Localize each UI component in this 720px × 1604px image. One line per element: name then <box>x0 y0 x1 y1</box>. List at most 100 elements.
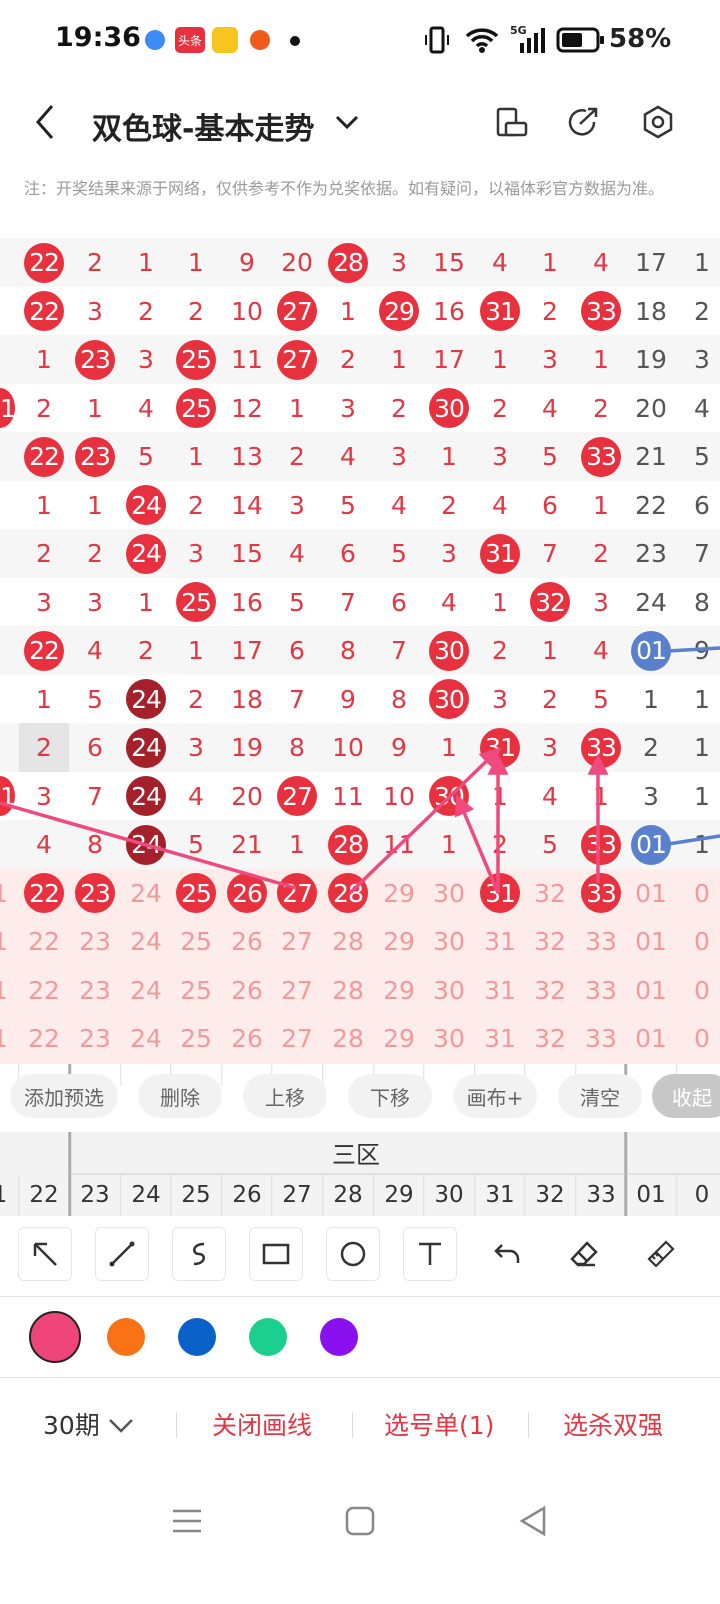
number-cell[interactable]: 25 <box>171 966 222 1016</box>
number-cell[interactable]: 4 <box>475 481 526 531</box>
number-cell[interactable]: 2 <box>475 384 526 434</box>
number-cell[interactable]: 6 <box>677 481 720 531</box>
number-cell[interactable]: 9 <box>222 238 273 288</box>
number-cell[interactable]: 19 <box>626 335 677 385</box>
number-cell[interactable]: 10 <box>374 772 425 822</box>
number-cell[interactable]: 31 <box>475 529 526 579</box>
number-cell[interactable]: 2 <box>19 384 70 434</box>
kill-button[interactable]: 选杀双强 <box>563 1406 663 1442</box>
number-cell[interactable]: 1 <box>424 723 475 773</box>
number-cell[interactable]: 29 <box>374 1014 425 1064</box>
number-cell[interactable]: 23 <box>626 529 677 579</box>
number-cell[interactable]: 1 <box>475 578 526 628</box>
number-cell[interactable]: 1 <box>424 820 475 870</box>
number-cell[interactable]: 5 <box>374 529 425 579</box>
number-cell[interactable]: 32 <box>525 917 576 967</box>
number-cell[interactable]: 2 <box>525 287 576 337</box>
number-cell[interactable]: 27 <box>272 869 323 919</box>
number-cell[interactable]: 26 <box>222 917 273 967</box>
number-cell[interactable]: 3 <box>70 287 121 337</box>
number-cell[interactable]: 30 <box>424 869 475 919</box>
number-cell[interactable]: 17 <box>626 238 677 288</box>
number-cell[interactable]: 28 <box>323 820 374 870</box>
number-cell[interactable]: 28 <box>323 238 374 288</box>
number-cell[interactable]: 2 <box>323 335 374 385</box>
number-cell[interactable]: 27 <box>272 335 323 385</box>
number-cell[interactable]: 11 <box>323 772 374 822</box>
number-cell[interactable]: 4 <box>525 772 576 822</box>
number-cell[interactable]: 6 <box>323 529 374 579</box>
number-cell[interactable]: 3 <box>677 335 720 385</box>
number-cell[interactable]: 14 <box>222 481 273 531</box>
text-tool[interactable] <box>403 1227 457 1281</box>
number-cell[interactable]: 24 <box>121 529 172 579</box>
number-cell[interactable]: 4 <box>525 384 576 434</box>
number-cell[interactable]: 3 <box>525 723 576 773</box>
number-cell[interactable]: 01 <box>626 1014 677 1064</box>
collapse-button[interactable]: 收起 <box>652 1074 720 1118</box>
number-cell[interactable]: 01 <box>626 626 677 676</box>
number-cell[interactable]: 21 <box>626 432 677 482</box>
number-cell[interactable]: 22 <box>19 1014 70 1064</box>
color-swatch-green[interactable] <box>249 1318 287 1356</box>
number-cell[interactable]: 28 <box>323 1014 374 1064</box>
number-cell[interactable]: 2 <box>171 287 222 337</box>
number-cell[interactable]: 30 <box>424 966 475 1016</box>
number-cell[interactable]: 22 <box>19 869 70 919</box>
number-cell[interactable]: 4 <box>121 384 172 434</box>
number-cell[interactable]: 1 <box>171 432 222 482</box>
number-cell[interactable]: 0 <box>677 1014 720 1064</box>
number-cell[interactable]: 5 <box>121 432 172 482</box>
number-cell[interactable]: 1 <box>70 384 121 434</box>
number-cell[interactable]: 5 <box>525 432 576 482</box>
number-cell[interactable]: 4 <box>171 772 222 822</box>
number-cell[interactable]: 27 <box>272 772 323 822</box>
number-cell[interactable]: 1 <box>19 481 70 531</box>
number-cell[interactable]: 5 <box>677 432 720 482</box>
number-cell[interactable]: 2 <box>171 481 222 531</box>
number-cell[interactable]: 3 <box>475 432 526 482</box>
number-cell[interactable]: 7 <box>272 675 323 725</box>
color-swatch-pink[interactable] <box>29 1311 81 1363</box>
number-cell[interactable]: 1 <box>19 675 70 725</box>
number-cell[interactable]: 1 <box>323 287 374 337</box>
number-cell[interactable]: 0 <box>677 869 720 919</box>
number-cell[interactable]: 16 <box>222 578 273 628</box>
number-cell[interactable]: 27 <box>272 966 323 1016</box>
number-cell[interactable]: 9 <box>323 675 374 725</box>
number-cell[interactable]: 6 <box>525 481 576 531</box>
number-cell[interactable]: 4 <box>272 529 323 579</box>
number-cell[interactable]: 1 <box>677 772 720 822</box>
number-cell[interactable]: 1 <box>19 335 70 385</box>
chevron-down-icon[interactable] <box>332 107 362 137</box>
number-cell[interactable]: 24 <box>121 772 172 822</box>
move-down-button[interactable]: 下移 <box>348 1074 432 1118</box>
number-cell[interactable]: 4 <box>19 820 70 870</box>
number-cell[interactable]: 2 <box>70 238 121 288</box>
back-nav-icon[interactable] <box>516 1504 550 1538</box>
number-cell[interactable]: 9 <box>374 723 425 773</box>
number-cell[interactable]: 3 <box>374 238 425 288</box>
number-cell[interactable]: 28 <box>323 869 374 919</box>
number-cell[interactable]: 16 <box>424 287 475 337</box>
clear-button[interactable]: 清空 <box>558 1074 642 1118</box>
number-cell[interactable]: 24 <box>121 1014 172 1064</box>
number-cell[interactable]: 1 <box>272 820 323 870</box>
number-cell[interactable]: 18 <box>626 287 677 337</box>
number-cell[interactable]: 1 <box>525 238 576 288</box>
number-cell[interactable]: 11 <box>374 820 425 870</box>
number-cell[interactable]: 20 <box>222 772 273 822</box>
number-cell[interactable]: 25 <box>171 578 222 628</box>
number-cell[interactable]: 3 <box>374 432 425 482</box>
number-cell[interactable]: 17 <box>222 626 273 676</box>
number-cell[interactable]: 27 <box>272 1014 323 1064</box>
number-cell[interactable]: 5 <box>323 481 374 531</box>
number-cell[interactable]: 29 <box>374 966 425 1016</box>
number-cell[interactable]: 0 <box>677 966 720 1016</box>
number-cell[interactable]: 3 <box>19 772 70 822</box>
menu-icon[interactable] <box>170 1504 204 1538</box>
number-cell[interactable]: 2 <box>576 529 627 579</box>
number-cell[interactable]: 2 <box>576 384 627 434</box>
number-cell[interactable]: 1 <box>475 772 526 822</box>
number-cell[interactable]: 22 <box>19 966 70 1016</box>
